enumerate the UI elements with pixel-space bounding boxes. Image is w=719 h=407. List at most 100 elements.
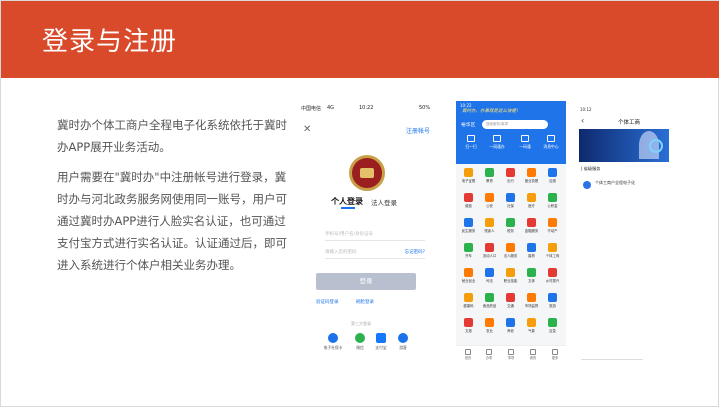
service-icon xyxy=(527,243,536,252)
wechat-button[interactable]: 微信 xyxy=(350,333,370,351)
alipay-button[interactable]: 支付宝 xyxy=(371,333,391,351)
close-icon[interactable]: ✕ xyxy=(303,124,311,135)
service-grid-item[interactable]: 交通 xyxy=(500,292,521,312)
region-selector[interactable]: 裕华区 xyxy=(461,121,475,128)
service-icon xyxy=(527,168,536,177)
service-icon xyxy=(485,293,494,302)
service-icon xyxy=(527,293,536,302)
service-label: 税务 xyxy=(507,229,514,233)
service-grid-item[interactable]: 教育 xyxy=(479,167,500,187)
service-icon xyxy=(464,243,473,252)
service-label: 养老 xyxy=(507,329,514,333)
quick-code[interactable]: 一码通 xyxy=(514,135,536,150)
service-label: 医疗 xyxy=(528,204,535,208)
service-icon xyxy=(527,318,536,327)
service-grid-item[interactable]: 文体 xyxy=(521,267,542,287)
service-grid-item[interactable]: 不动产 xyxy=(542,217,563,237)
service-grid-item[interactable]: 健康码 xyxy=(458,292,479,312)
tab-legal-login[interactable]: 法人登录 xyxy=(371,197,397,207)
service-grid-item[interactable]: 缴费 xyxy=(458,192,479,212)
service-grid-item[interactable]: 法人服务 xyxy=(500,242,521,262)
nav-more[interactable]: 更多 xyxy=(546,349,564,360)
emblem-logo xyxy=(349,155,385,191)
service-label: 金融服务 xyxy=(524,229,539,233)
nav-home[interactable]: 首页 xyxy=(459,349,477,360)
service-grid-item[interactable]: 税务 xyxy=(500,217,521,237)
nav-items[interactable]: 事项 xyxy=(502,349,520,360)
service-grid-item[interactable]: 金融服务 xyxy=(521,217,542,237)
nav-services[interactable]: 办事 xyxy=(480,349,498,360)
service-grid-item[interactable]: 应缴 xyxy=(542,167,563,187)
one-net-icon xyxy=(493,135,501,142)
home-header: 10:22 冀时办，办事就是这么快捷！ 裕华区 搜索服务/事项 扫一扫 一网通办… xyxy=(456,101,566,164)
quick-messages[interactable]: 消息中心 xyxy=(540,135,562,150)
service-grid-item[interactable]: 开车 xyxy=(458,242,479,262)
quick-one-net[interactable]: 一网通办 xyxy=(486,135,508,150)
service-grid-item[interactable]: 气象 xyxy=(521,317,542,337)
login-button[interactable]: 登录 xyxy=(316,273,416,290)
message-icon xyxy=(547,135,555,142)
password-field[interactable]: 请输入您的密码 忘记密码? xyxy=(325,245,425,259)
service-icon xyxy=(506,193,515,202)
search-input[interactable]: 搜索服务/事项 xyxy=(482,120,548,129)
username-field[interactable]: 手机号/用户名/身份证号 xyxy=(325,227,425,241)
guest-button[interactable]: 游客 xyxy=(393,333,413,351)
service-label: 气象 xyxy=(528,329,535,333)
social-security-icon xyxy=(328,333,338,343)
service-icon xyxy=(527,218,536,227)
service-grid-item[interactable]: 文旅 xyxy=(458,317,479,337)
service-label: 乡村振兴 xyxy=(545,279,560,283)
service-item[interactable]: 个体工商户全程电子化 xyxy=(583,180,667,194)
service-grid-item[interactable]: 营业执照 xyxy=(521,167,542,187)
service-item-label: 个体工商户全程电子化 xyxy=(595,180,635,185)
service-grid-item[interactable]: 残疾人 xyxy=(479,217,500,237)
service-grid-item[interactable]: 公积金 xyxy=(542,192,563,212)
service-label: 农业 xyxy=(486,329,493,333)
login-screenshot: 中国电信 4G 10:22 50% ✕ 注册帐号 个人登录 法人登录 手机号/用… xyxy=(301,99,441,359)
tab-personal-login[interactable]: 个人登录 xyxy=(331,196,363,207)
description-para-1: 冀时办个体工商户全程电子化系统依托于冀时办APP展开业务活动。 xyxy=(57,118,287,154)
service-label: 应缴 xyxy=(549,179,556,183)
register-link[interactable]: 注册帐号 xyxy=(406,126,430,135)
back-icon[interactable]: ‹ xyxy=(581,116,584,125)
service-grid-item[interactable]: 医疗 xyxy=(521,192,542,212)
service-grid-item[interactable]: 婚育 xyxy=(521,242,542,262)
service-grid-item[interactable]: 司法 xyxy=(479,267,500,287)
service-label: 文体 xyxy=(528,279,535,283)
forgot-password-link[interactable]: 忘记密码? xyxy=(405,249,425,255)
service-grid-item[interactable]: 食品药品 xyxy=(479,292,500,312)
sms-login-link[interactable]: 验证码登录 xyxy=(316,299,339,305)
service-grid-item[interactable]: 应急 xyxy=(542,317,563,337)
service-grid-item[interactable]: 市场监督 xyxy=(521,292,542,312)
service-grid-item[interactable]: 乡村振兴 xyxy=(542,267,563,287)
service-label: 市场监督 xyxy=(524,304,539,308)
service-grid-item[interactable]: 农业 xyxy=(479,317,500,337)
face-login-link[interactable]: 刷脸登录 xyxy=(356,299,374,305)
service-grid-item[interactable]: 出行 xyxy=(500,167,521,187)
social-security-button[interactable]: 电子社保卡 xyxy=(323,333,343,351)
service-grid-item[interactable]: 个体工商 xyxy=(542,242,563,262)
username-placeholder: 手机号/用户名/身份证号 xyxy=(325,232,374,237)
service-icon xyxy=(464,293,473,302)
service-grid-item[interactable]: 电子证照 xyxy=(458,167,479,187)
service-icon xyxy=(485,268,494,277)
service-grid-item[interactable]: 旅游 xyxy=(542,292,563,312)
slide: 登录与注册 冀时办个体工商户全程电子化系统依托于冀时办APP展开业务活动。 用户… xyxy=(0,0,719,407)
service-grid-item[interactable]: 就业创业 xyxy=(458,267,479,287)
service-grid-item[interactable]: 公安 xyxy=(479,192,500,212)
service-grid-item[interactable]: 流动人口 xyxy=(479,242,500,262)
wechat-icon xyxy=(355,333,365,343)
qr-code-icon xyxy=(521,135,529,142)
quick-scan[interactable]: 扫一扫 xyxy=(460,135,482,150)
service-grid-item[interactable]: 养老 xyxy=(500,317,521,337)
service-icon xyxy=(548,318,557,327)
service-label: 公积金 xyxy=(547,204,558,208)
service-icon xyxy=(464,268,473,277)
service-grid-item[interactable]: 职业技能 xyxy=(500,267,521,287)
nav-mine[interactable]: 我的 xyxy=(524,349,542,360)
scan-icon xyxy=(467,135,475,142)
service-label: 婚育 xyxy=(528,254,535,258)
fingerprint-icon xyxy=(649,139,663,153)
service-grid-item[interactable]: 民生服务 xyxy=(458,217,479,237)
service-grid-item[interactable]: 社保 xyxy=(500,192,521,212)
